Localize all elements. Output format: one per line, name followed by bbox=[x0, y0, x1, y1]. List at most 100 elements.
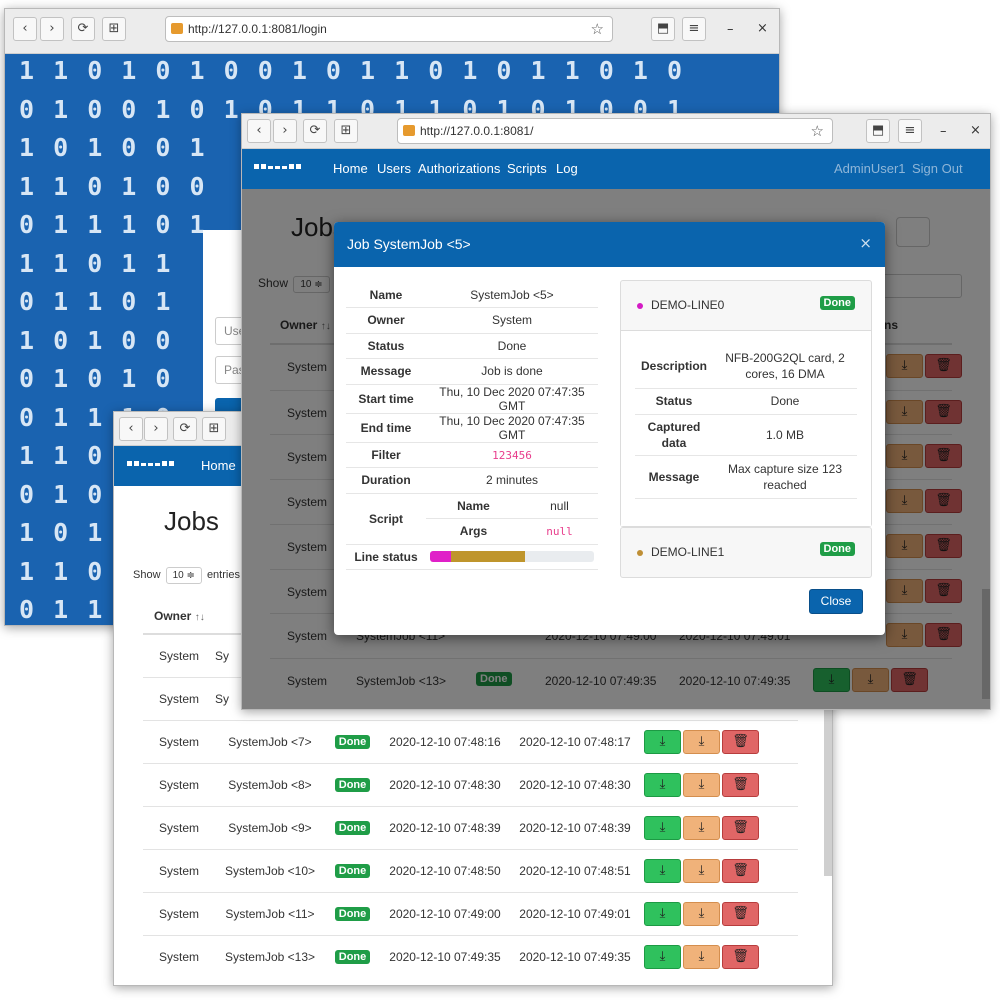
binary-row: 0 1 0 bbox=[19, 479, 103, 509]
close-icon[interactable]: × bbox=[859, 234, 872, 252]
download-button[interactable]: ⤓ bbox=[644, 772, 681, 797]
download-alt-button[interactable]: ⤓ bbox=[683, 815, 720, 840]
job-name-cell: SystemJob <7> bbox=[215, 719, 325, 763]
delete-button[interactable]: 🗑 bbox=[722, 858, 759, 883]
end-time-cell: 2020-12-10 07:48:39 bbox=[510, 805, 640, 849]
job-end-value: Thu, 10 Dec 2020 07:47:35 GMT bbox=[426, 413, 598, 443]
binary-row: 1 0 1 0 0 bbox=[19, 325, 171, 355]
delete-button[interactable]: 🗑 bbox=[722, 772, 759, 797]
close-window-icon[interactable]: × bbox=[757, 21, 768, 36]
nav-log[interactable]: Log bbox=[556, 161, 578, 176]
download-alt-button[interactable]: ⤓ bbox=[683, 729, 720, 754]
field-label: Script bbox=[346, 493, 426, 545]
forward-icon[interactable]: › bbox=[40, 17, 64, 41]
table-row[interactable]: SystemSystemJob <13> Done 2020-12-10 07:49… bbox=[143, 934, 798, 978]
menu-icon[interactable]: ≡ bbox=[898, 119, 922, 143]
delete-button[interactable]: 🗑 bbox=[722, 729, 759, 754]
table-row[interactable]: System SystemJob <9> Done 2020-12-10 07:48:… bbox=[143, 805, 798, 849]
column-owner[interactable]: Owner ↑↓ bbox=[143, 599, 215, 635]
back-icon[interactable]: ‹ bbox=[119, 417, 143, 441]
job-duration-value: 2 minutes bbox=[426, 467, 598, 494]
line-panel-demo-line0: DEMO-LINE0 Done Description NFB-200G2QL … bbox=[620, 280, 872, 527]
url-bar[interactable]: http://127.0.0.1:8081/ ☆ bbox=[397, 118, 833, 144]
binary-row: 1 1 0 bbox=[19, 556, 103, 586]
binary-row: 1 0 1 bbox=[19, 518, 103, 547]
nav-users[interactable]: Users bbox=[377, 161, 411, 176]
page-length-control: Show 10 ≑ entries bbox=[133, 567, 240, 584]
browser-toolbar: ‹ › ⟳ ⊞ http://127.0.0.1:8081/ ☆ ⬒ ≡ – × bbox=[242, 114, 990, 149]
line-details-table: Description NFB-200G2QL card, 2 cores, 16… bbox=[635, 345, 857, 499]
reload-icon[interactable]: ⟳ bbox=[71, 17, 95, 41]
save-page-icon[interactable]: ⬒ bbox=[866, 119, 890, 143]
back-icon[interactable]: ‹ bbox=[13, 17, 37, 41]
download-button[interactable]: ⤓ bbox=[644, 729, 681, 754]
new-tab-icon[interactable]: ⊞ bbox=[202, 417, 226, 441]
forward-icon[interactable]: › bbox=[144, 417, 168, 441]
download-alt-button[interactable]: ⤓ bbox=[683, 944, 720, 969]
job-filter-value: 123456 bbox=[492, 448, 532, 462]
field-label: Message bbox=[648, 469, 700, 484]
field-label: Duration bbox=[346, 467, 426, 494]
line-status-badge: Done bbox=[819, 296, 855, 310]
table-row[interactable]: System SystemJob <11> Done 2020-12-10 07:49… bbox=[143, 891, 798, 935]
show-label: Show bbox=[133, 569, 161, 581]
page-title: Jobs bbox=[164, 506, 219, 536]
new-tab-icon[interactable]: ⊞ bbox=[334, 119, 358, 143]
save-page-icon[interactable]: ⬒ bbox=[651, 17, 675, 41]
line-panel-demo-line1[interactable]: DEMO-LINE1 Done bbox=[620, 527, 872, 578]
line-captured-value: 1.0 MB bbox=[765, 427, 804, 442]
download-icon: ⤓ bbox=[659, 819, 666, 835]
delete-button[interactable]: 🗑 bbox=[722, 944, 759, 969]
logo-icon[interactable] bbox=[254, 164, 301, 169]
owner-cell: System bbox=[143, 891, 215, 935]
back-icon[interactable]: ‹ bbox=[247, 119, 271, 143]
trash-icon: 🗑 bbox=[732, 733, 749, 749]
download-button[interactable]: ⤓ bbox=[644, 815, 681, 840]
menu-icon[interactable]: ≡ bbox=[682, 17, 706, 41]
close-window-icon[interactable]: × bbox=[970, 123, 981, 138]
nav-home[interactable]: Home bbox=[201, 458, 236, 473]
page-length-select[interactable]: 10 ≑ bbox=[165, 567, 202, 584]
url-bar[interactable]: http://127.0.0.1:8081/login ☆ bbox=[165, 16, 613, 42]
nav-authorizations[interactable]: Authorizations bbox=[418, 161, 500, 176]
new-tab-icon[interactable]: ⊞ bbox=[102, 17, 126, 41]
download-alt-button[interactable]: ⤓ bbox=[683, 858, 720, 883]
line-description-line2: cores, 16 DMA bbox=[745, 367, 825, 382]
delete-button[interactable]: 🗑 bbox=[722, 901, 759, 926]
reload-icon[interactable]: ⟳ bbox=[173, 417, 197, 441]
binary-row: 0 1 1 bbox=[19, 595, 103, 624]
table-row[interactable]: System SystemJob <7> Done 2020-12-10 07:48:… bbox=[143, 719, 798, 763]
download-icon: ⤓ bbox=[659, 948, 666, 964]
job-details-table: Name SystemJob <5> Owner System Status Done… bbox=[346, 282, 598, 570]
download-button[interactable]: ⤓ bbox=[644, 901, 681, 926]
download-button[interactable]: ⤓ bbox=[644, 944, 681, 969]
modal-header: Job SystemJob <5> × bbox=[334, 222, 885, 267]
table-row[interactable]: System SystemJob <10> Done 2020-12-10 07:48… bbox=[143, 848, 798, 892]
nav-home[interactable]: Home bbox=[333, 161, 368, 176]
bookmark-star-icon[interactable]: ☆ bbox=[591, 17, 604, 41]
delete-button[interactable]: 🗑 bbox=[722, 815, 759, 840]
nav-user[interactable]: AdminUser1 bbox=[834, 161, 906, 176]
forward-icon[interactable]: › bbox=[273, 119, 297, 143]
reload-icon[interactable]: ⟳ bbox=[303, 119, 327, 143]
download-button[interactable]: ⤓ bbox=[644, 858, 681, 883]
line-header[interactable]: DEMO-LINE0 Done bbox=[621, 281, 871, 331]
field-label: Message bbox=[346, 358, 426, 385]
nav-scripts[interactable]: Scripts bbox=[507, 161, 547, 176]
logo-icon[interactable] bbox=[127, 461, 174, 466]
minimize-icon[interactable]: – bbox=[727, 22, 734, 37]
job-message-value: Job is done bbox=[426, 358, 598, 385]
binary-row: 0 1 1 1 0 1 bbox=[19, 210, 205, 239]
binary-row: 0 1 1 0 1 bbox=[19, 287, 171, 316]
nav-sign-out[interactable]: Sign Out bbox=[912, 161, 963, 176]
line-name: DEMO-LINE0 bbox=[651, 298, 725, 312]
minimize-icon[interactable]: – bbox=[940, 124, 947, 139]
download-alt-button[interactable]: ⤓ bbox=[683, 772, 720, 797]
modal-close-button[interactable]: Close bbox=[809, 589, 863, 614]
binary-row: 0 1 0 1 0 bbox=[19, 364, 171, 393]
bookmark-star-icon[interactable]: ☆ bbox=[811, 119, 824, 143]
table-row[interactable]: System SystemJob <8> Done 2020-12-10 07:48:… bbox=[143, 762, 798, 806]
trash-icon: 🗑 bbox=[732, 776, 749, 792]
download-alt-button[interactable]: ⤓ bbox=[683, 901, 720, 926]
binary-row: 1 1 0 1 0 1 0 0 1 0 1 1 0 1 0 1 1 0 1 0 bbox=[19, 56, 682, 85]
